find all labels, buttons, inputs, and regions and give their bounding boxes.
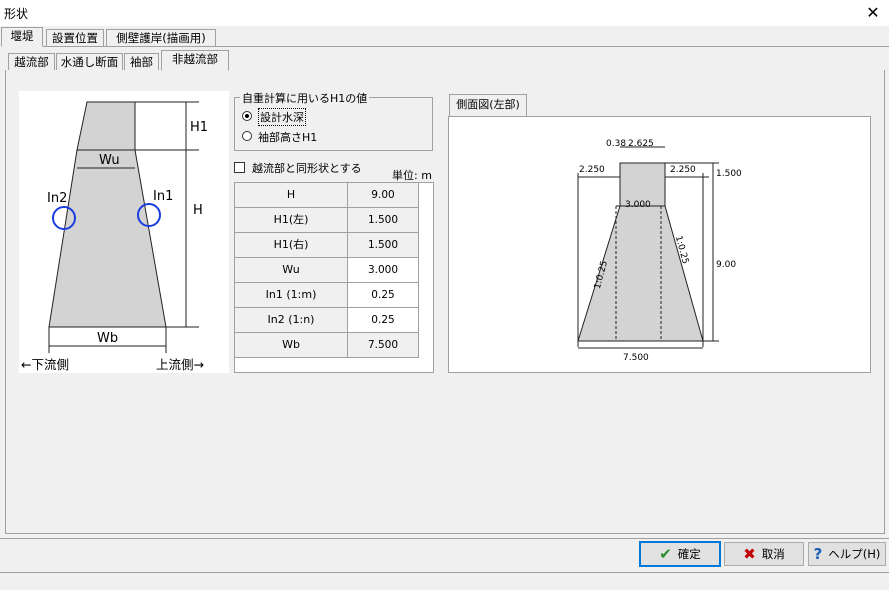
subtab-sodebu[interactable]: 袖部 [124,53,159,71]
dimension-grid: H 9.00 H1(左) 1.500 H1(右) 1.500 Wu 3.000 … [234,182,434,373]
label-h: H [193,203,203,218]
help-label: ヘルプ(H) [828,547,881,561]
ok-label: 確定 [677,547,701,561]
h1-group-title: 自重計算に用いるH1の値 [240,90,370,106]
grid-row-label: Wu [235,258,348,283]
tab-label: 非越流部 [172,52,218,66]
unit-label: 単位: m [392,169,432,182]
radio-sekkei-suishin[interactable] [242,111,252,121]
grid-value-h1-left[interactable]: 1.500 [348,208,418,233]
tab-label: 堰堤 [10,29,34,43]
grid-row-label: In2 (1:n) [235,308,348,333]
tab-sokuheki-gogan[interactable]: 側壁護岸(描画用) [106,29,216,47]
tab-label: 水通し断面 [60,55,119,69]
label-in1: In1 [153,189,174,204]
side-view-panel [448,116,871,373]
dim-h1: 1.500 [716,169,742,179]
close-x-icon: ✖ [743,545,756,563]
label-wu: Wu [99,153,120,168]
grid-row-label: H1(左) [235,208,348,233]
status-bar [0,572,889,590]
radio-sodebu-takasa[interactable] [242,131,252,141]
tab-label: 設置位置 [52,31,98,45]
dim-wb: 7.500 [623,353,649,363]
grid-row-label: H [235,183,348,208]
top-block [76,101,136,151]
label-in2: In2 [47,191,68,206]
radio-label: 袖部高さH1 [258,131,318,144]
dim-wu: 3.000 [625,200,651,210]
grid-row-label: Wb [235,333,348,358]
grid-value-h1-right[interactable]: 1.500 [348,233,418,258]
same-shape-label: 越流部と同形状とする [252,162,362,175]
tab-divider [43,46,889,47]
dim-top-b: 2.625 [628,139,654,149]
trapezoid-body [48,149,167,328]
check-icon: ✔ [659,545,672,563]
tab-label: 袖部 [130,55,153,69]
dim-right-offset: 2.250 [670,165,696,175]
close-button[interactable]: ✕ [860,2,886,24]
ok-button[interactable]: ✔ 確定 [639,541,721,567]
dim-h: 9.00 [716,260,737,270]
title-bar [0,0,889,26]
help-icon: ? [813,545,823,563]
grid-row-label: In1 (1:m) [235,283,348,308]
dim-top-a: 0.38 [606,139,627,149]
tab-label: 越流部 [14,55,49,69]
subtab-hietsuryubu[interactable]: 非越流部 [161,50,229,71]
subtab-mizutooshi[interactable]: 水通し断面 [56,53,123,71]
help-button[interactable]: ? ヘルプ(H) [808,542,886,566]
cancel-label: 取消 [761,547,785,561]
cancel-button[interactable]: ✖ 取消 [724,542,804,566]
separator [0,538,889,539]
grid-value-wu[interactable]: 3.000 [348,258,418,283]
label-upstream: 上流側→ [156,357,204,372]
side-view-svg [577,146,719,349]
grid-value-in1[interactable]: 0.25 [348,283,418,308]
label-h1: H1 [190,120,209,135]
grid-value-in2[interactable]: 0.25 [348,308,418,333]
label-downstream: ←下流側 [21,357,69,372]
window-title: 形状 [4,7,29,21]
same-shape-checkbox[interactable] [234,162,245,173]
grid-value-h[interactable]: 9.00 [348,183,418,208]
grid-border [418,183,419,358]
grid-row-label: H1(右) [235,233,348,258]
label-wb: Wb [97,331,119,346]
subtab-etsuryubu[interactable]: 越流部 [8,53,55,71]
tab-teitei[interactable]: 堰堤 [1,27,43,47]
tab-side-view[interactable]: 側面図(左部) [449,94,527,116]
dim-left-offset: 2.250 [579,165,605,175]
radio-label: 設計水深 [258,108,306,126]
tab-setti-ichi[interactable]: 設置位置 [46,29,104,47]
tab-label: 側壁護岸(描画用) [116,31,206,45]
grid-value-wb[interactable]: 7.500 [348,333,418,358]
